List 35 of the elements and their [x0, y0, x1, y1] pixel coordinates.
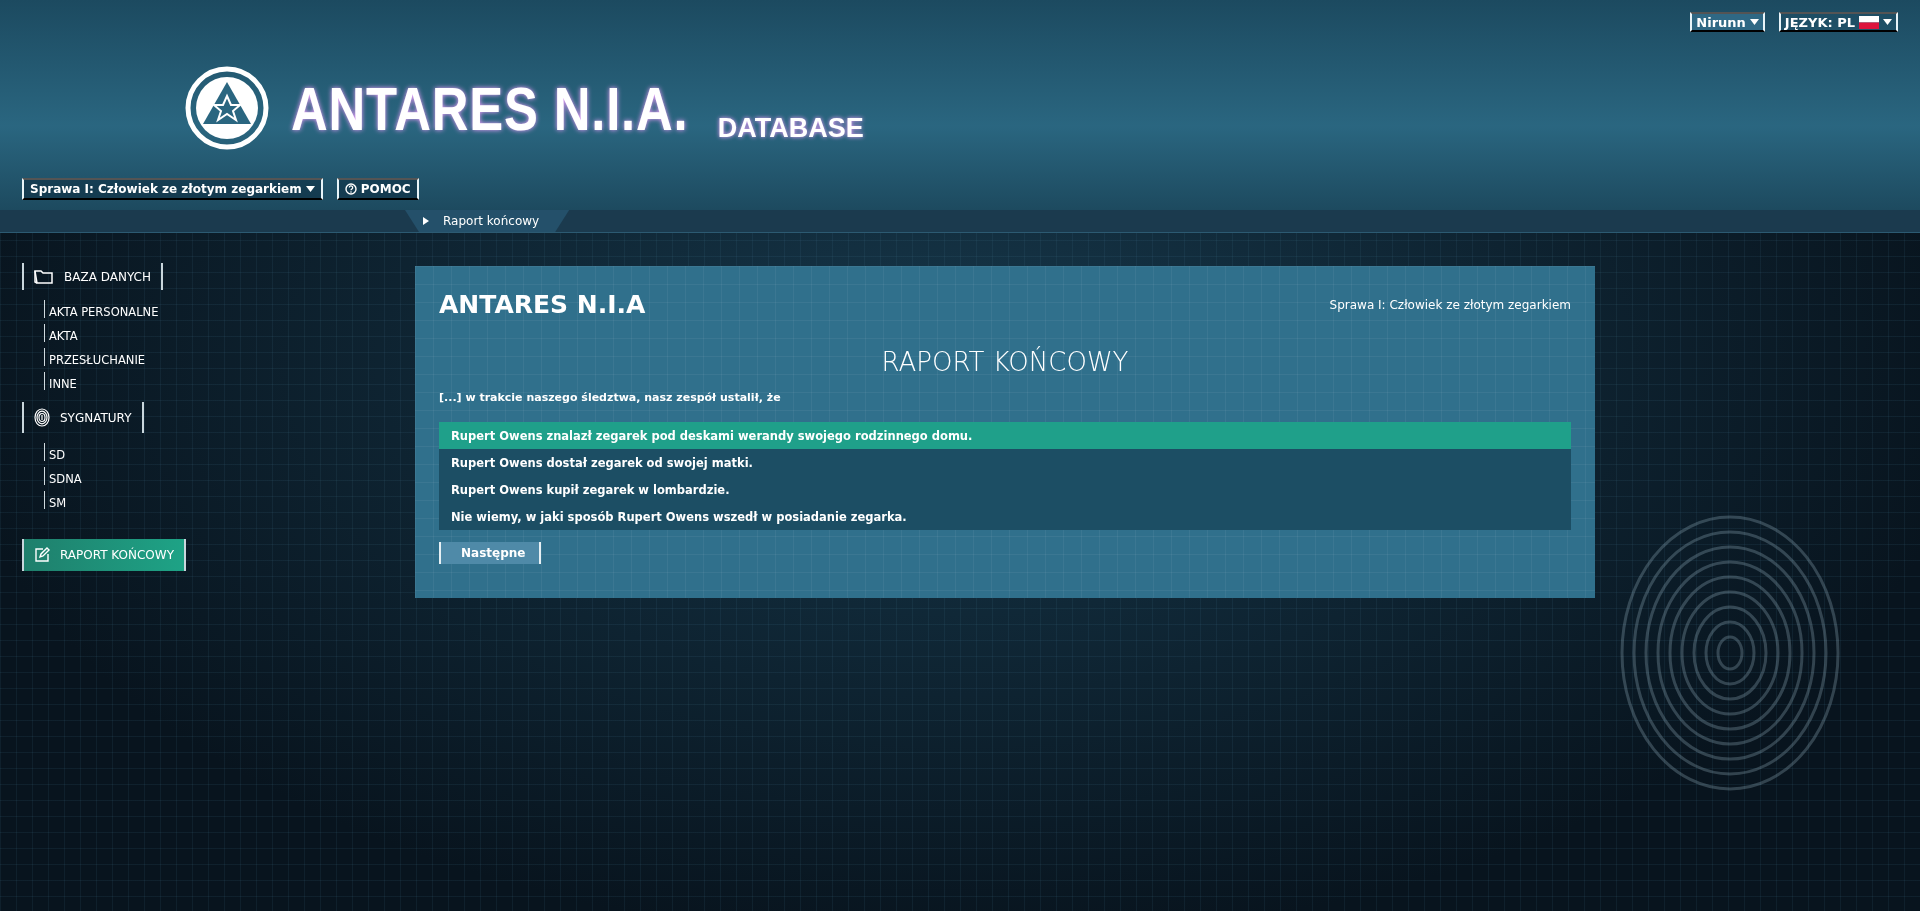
- next-button[interactable]: Następne: [439, 542, 541, 564]
- user-menu[interactable]: Nirunn: [1690, 12, 1765, 32]
- question-text: [...] w trakcie naszego śledztwa, nasz zespół ustalił, że: [439, 391, 782, 404]
- answer-option[interactable]: Rupert Owens kupił zegarek w lombardzie.: [439, 476, 1571, 503]
- sidebar-item[interactable]: SDNA: [44, 467, 82, 485]
- sidebar-item[interactable]: AKTA PERSONALNE: [44, 300, 159, 318]
- report-heading: RAPORT KOŃCOWY: [880, 347, 1130, 377]
- panel-title: ANTARES N.I.A: [439, 290, 646, 319]
- sidebar-item[interactable]: PRZESŁUCHANIE: [44, 348, 146, 366]
- logo-icon: [185, 66, 269, 150]
- case-name: Sprawa I: Człowiek ze złotym zegarkiem: [1329, 297, 1571, 312]
- logo-subtitle: DATABASE: [717, 113, 864, 144]
- caret-icon: [305, 186, 315, 192]
- caret-icon: [1883, 19, 1892, 25]
- case-selector[interactable]: Sprawa I: Człowiek ze złotym zegarkiem: [22, 178, 323, 200]
- sidebar-section[interactable]: SYGNATURY: [22, 402, 144, 433]
- breadcrumb-tab[interactable]: Raport końcowy: [405, 210, 570, 232]
- language-selector[interactable]: JĘZYK: PL: [1778, 12, 1898, 32]
- logo-title: ANTARES N.I.A.: [291, 72, 689, 144]
- answer-option[interactable]: Nie wiemy, w jaki sposób Rupert Owens wszedł w posiadanie zegarka.: [439, 503, 1571, 530]
- flag-icon: [1859, 15, 1879, 29]
- help-button[interactable]: POMOC: [336, 178, 419, 200]
- sidebar-section[interactable]: RAPORT KOŃCOWY: [22, 539, 186, 571]
- sidebar-item[interactable]: AKTA: [44, 324, 78, 342]
- sidebar-item[interactable]: SM: [44, 491, 67, 509]
- sidebar-item[interactable]: SD: [44, 443, 66, 461]
- answer-option[interactable]: Rupert Owens dostał zegarek od swojej matki.: [439, 449, 1571, 476]
- sidebar-section[interactable]: BAZA DANYCH: [22, 263, 163, 290]
- folder-icon: [34, 269, 54, 284]
- edit-icon: [34, 547, 50, 563]
- play-icon: [423, 217, 429, 225]
- fingerprint-icon: [34, 408, 50, 427]
- help-icon: [344, 183, 357, 195]
- sidebar-item[interactable]: INNE: [44, 372, 77, 390]
- caret-icon: [1749, 19, 1759, 25]
